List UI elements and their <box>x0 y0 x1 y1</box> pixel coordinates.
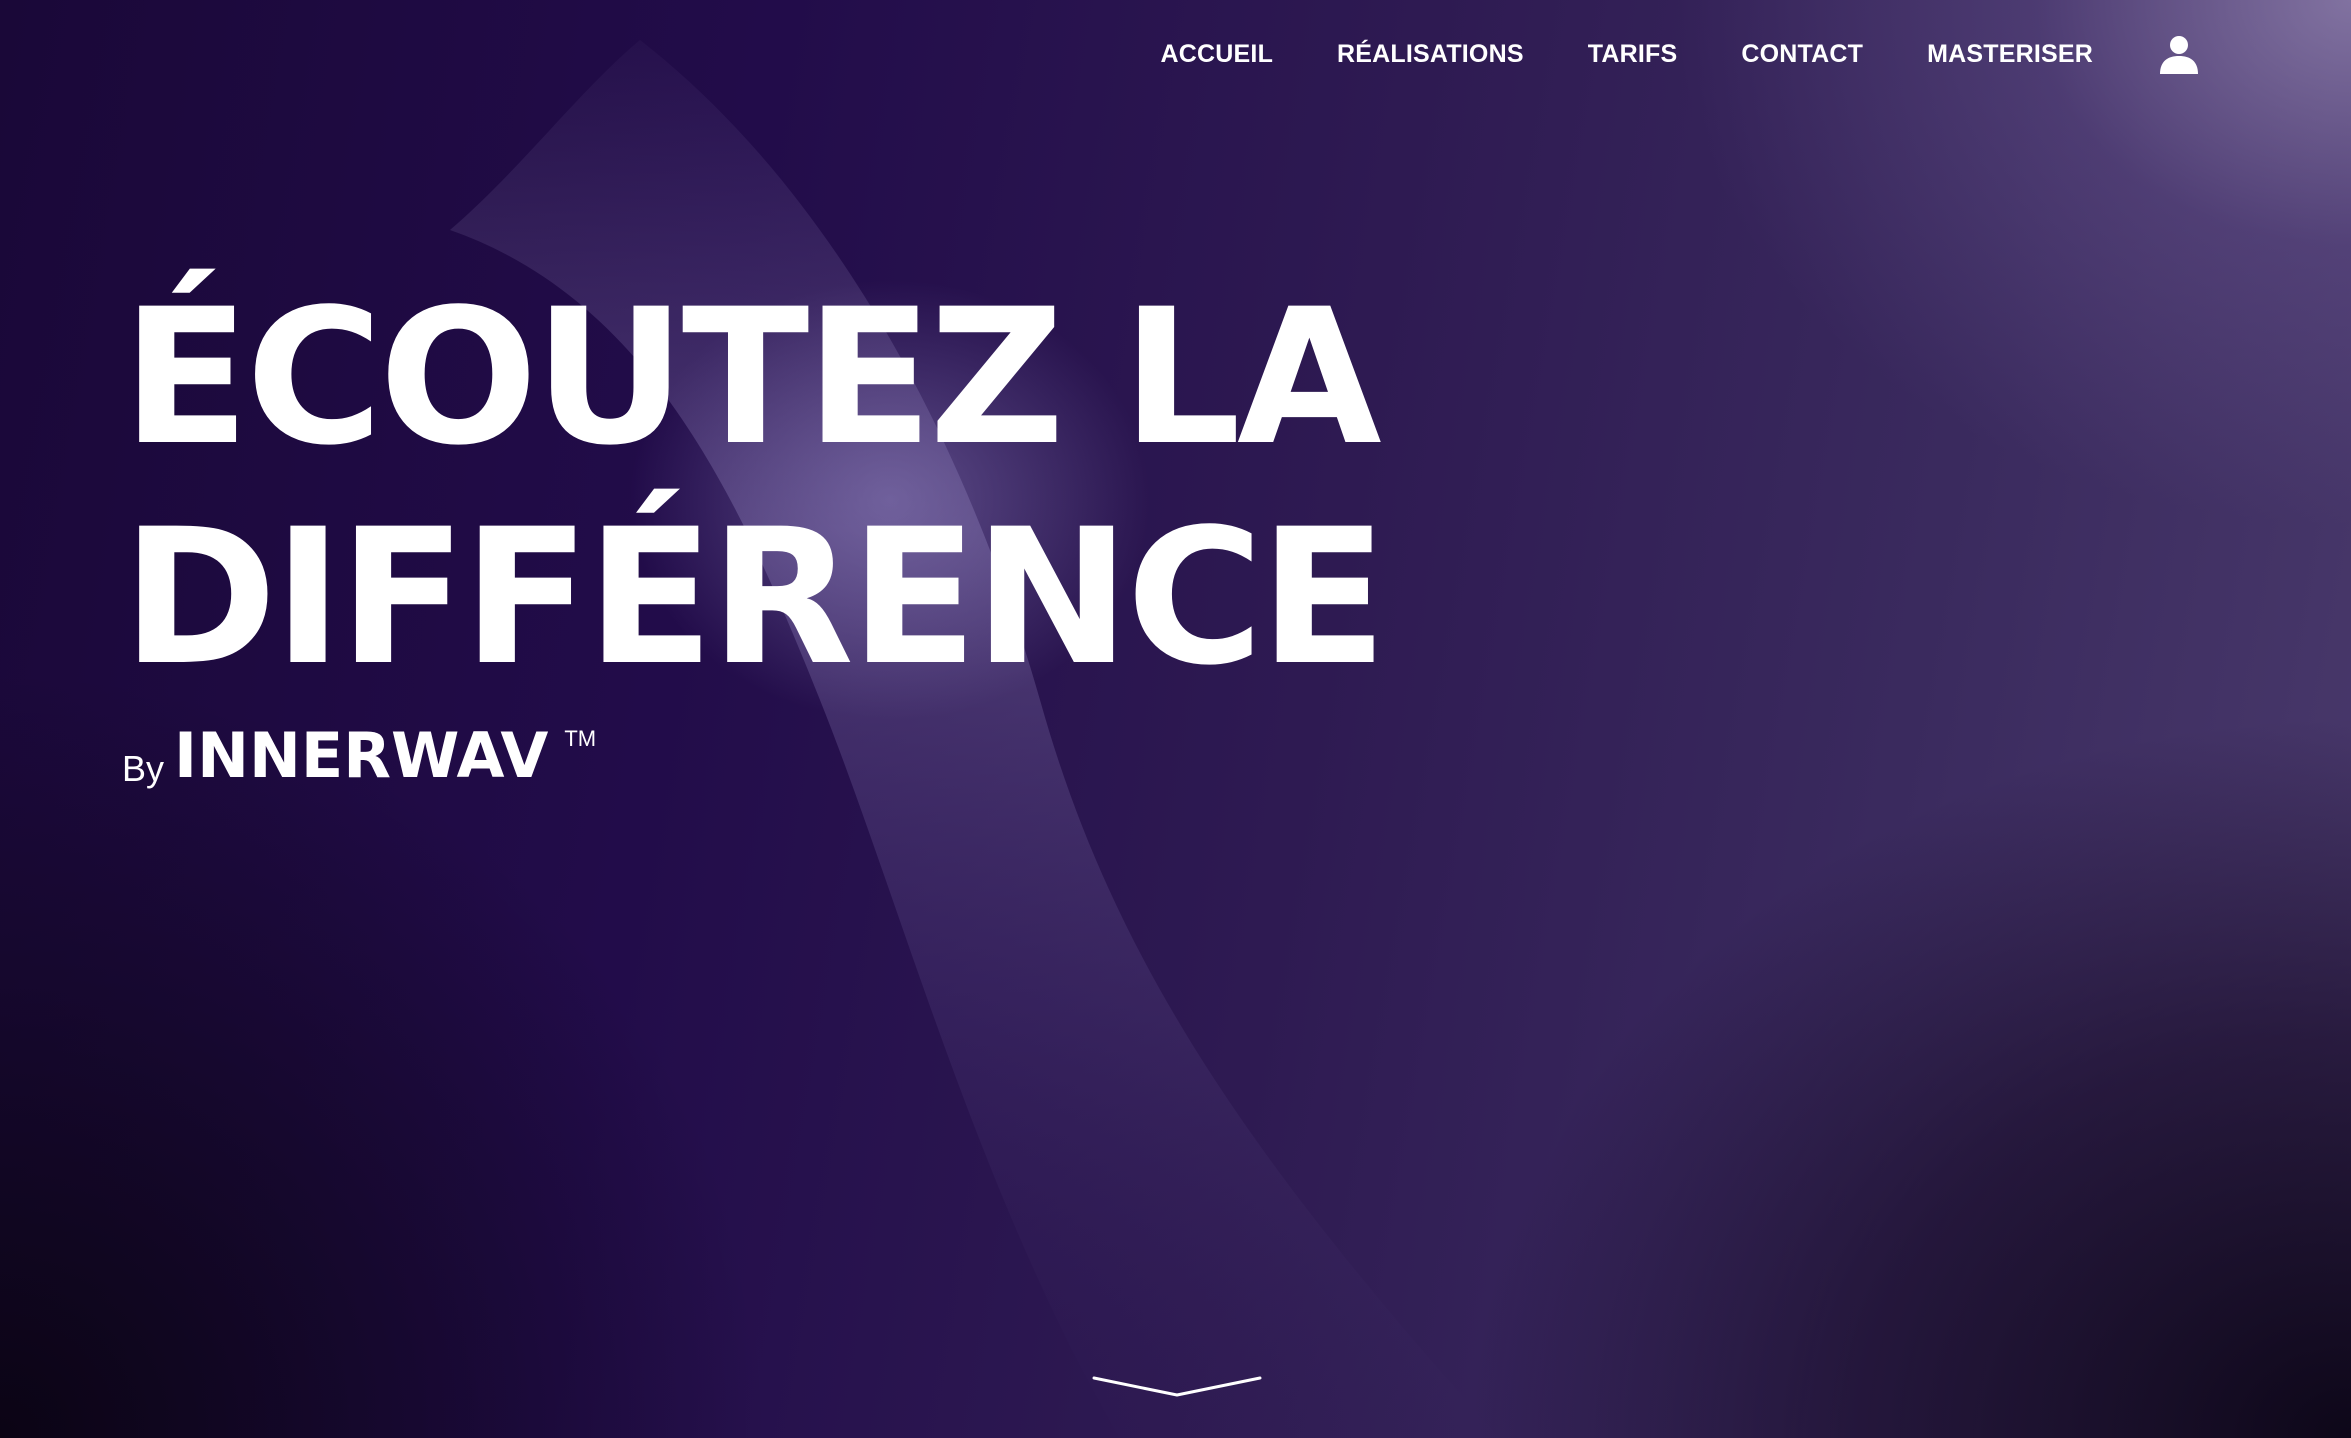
brand-byline: By INNERWAV TM <box>122 718 596 794</box>
nav-item-tarifs[interactable]: TARIFS <box>1588 40 1678 69</box>
user-icon <box>2160 36 2198 74</box>
main-navigation: ACCUEIL RÉALISATIONS TARIFS CONTACT MAST… <box>1097 30 2201 78</box>
hero-page: ACCUEIL RÉALISATIONS TARIFS CONTACT MAST… <box>0 0 2351 1438</box>
nav-item-masteriser[interactable]: MASTERISER <box>1927 40 2093 69</box>
headline-line-2: DIFFÉRENCE <box>122 489 1387 707</box>
chevron-down-icon[interactable] <box>1092 1370 1262 1400</box>
hero-headline: ÉCOUTEZ LA DIFFÉRENCE <box>122 268 1572 708</box>
by-label: By <box>122 748 165 789</box>
trademark-symbol: TM <box>564 726 597 751</box>
headline-line-1: ÉCOUTEZ LA <box>122 269 1382 487</box>
nav-item-realisations[interactable]: RÉALISATIONS <box>1337 40 1524 69</box>
brand-name: INNERWAV <box>174 719 549 792</box>
nav-item-accueil[interactable]: ACCUEIL <box>1161 40 1274 69</box>
account-button[interactable] <box>2157 32 2201 76</box>
nav-item-contact[interactable]: CONTACT <box>1741 40 1863 69</box>
